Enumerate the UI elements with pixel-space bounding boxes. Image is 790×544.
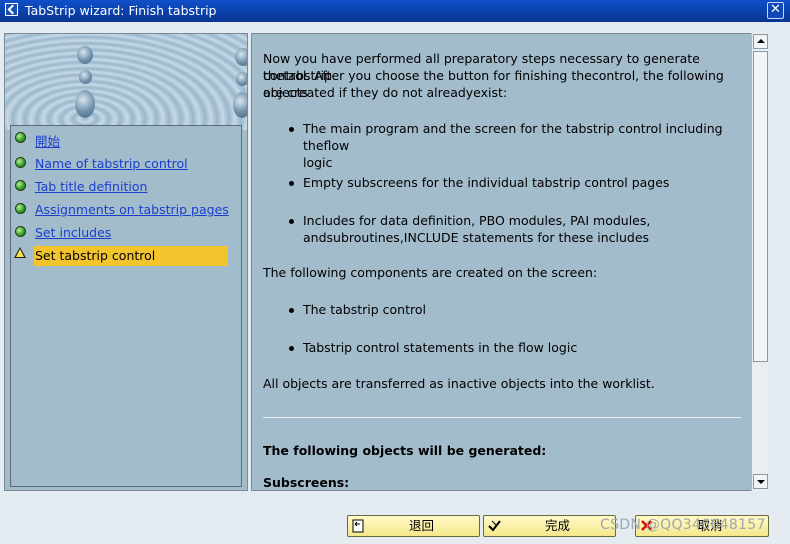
step-item-includes[interactable]: Set includes: [11, 223, 241, 243]
arrow-up-icon: [757, 39, 765, 43]
arrow-down-icon: [757, 480, 765, 484]
step-link[interactable]: Set includes: [35, 225, 111, 240]
list-item: Empty subscreens for the individual tabs…: [289, 174, 738, 191]
scroll-down-button[interactable]: [753, 474, 768, 489]
scroll-thumb[interactable]: [753, 51, 768, 362]
step-item-assignments[interactable]: Assignments on tabstrip pages: [11, 200, 241, 220]
bullet-icon: [289, 127, 294, 132]
divider: [263, 417, 741, 418]
intro-line: are created if they do not alreadyexist:: [263, 85, 508, 100]
list-item: Tabstrip control statements in the flow …: [289, 339, 738, 356]
check-icon: [488, 519, 501, 533]
list-item: The tabstrip control: [289, 301, 738, 318]
back-button[interactable]: 退回: [347, 515, 480, 537]
watermark-text: CSDN @QQ346648157: [600, 517, 766, 533]
step-link[interactable]: Name of tabstrip control: [35, 156, 188, 171]
list-item: Includes for data definition, PBO module…: [289, 212, 738, 246]
back-icon: [352, 519, 365, 533]
generated-heading: The following objects will be generated:: [263, 443, 547, 458]
green-status-icon: [15, 180, 26, 191]
window-title: TabStrip wizard: Finish tabstrip: [25, 3, 217, 18]
step-link[interactable]: Tab title definition: [35, 179, 147, 194]
green-status-icon: [15, 203, 26, 214]
bullet-icon: [289, 308, 294, 313]
window-edit-icon: [5, 3, 18, 16]
step-item-current[interactable]: Set tabstrip control: [11, 246, 241, 266]
screen-intro: The following components are created on …: [263, 265, 598, 280]
bullet-icon: [289, 219, 294, 224]
step-tree: 開始 Name of tabstrip control Tab title de…: [10, 125, 242, 487]
vertical-scrollbar[interactable]: [751, 33, 768, 491]
close-button[interactable]: ✕: [767, 2, 784, 19]
green-status-icon: [15, 157, 26, 168]
step-link[interactable]: Assignments on tabstrip pages: [35, 202, 229, 217]
step-link[interactable]: 開始: [35, 131, 60, 150]
bullet-icon: [289, 346, 294, 351]
finish-button[interactable]: 完成: [483, 515, 616, 537]
title-bar: TabStrip wizard: Finish tabstrip ✕: [0, 0, 790, 22]
bullet-icon: [289, 181, 294, 186]
step-navigation-pane: 開始 Name of tabstrip control Tab title de…: [4, 33, 248, 491]
back-button-label: 退回: [408, 518, 434, 533]
list-item: The main program and the screen for the …: [289, 120, 738, 171]
green-status-icon: [15, 132, 26, 143]
water-drop-graphic: [5, 34, 247, 130]
transfer-note: All objects are transferred as inactive …: [263, 376, 655, 391]
subscreens-heading: Subscreens:: [263, 475, 350, 490]
current-step-label[interactable]: Set tabstrip control: [34, 246, 228, 266]
finish-button-label: 完成: [544, 518, 570, 533]
step-item-tab-title[interactable]: Tab title definition: [11, 177, 241, 197]
green-status-icon: [15, 226, 26, 237]
content-pane: Now you have performed all preparatory s…: [251, 33, 752, 491]
scroll-up-button[interactable]: [753, 34, 768, 49]
step-item-start[interactable]: 開始: [11, 129, 241, 149]
step-item-name[interactable]: Name of tabstrip control: [11, 154, 241, 174]
warning-icon: [14, 247, 26, 258]
